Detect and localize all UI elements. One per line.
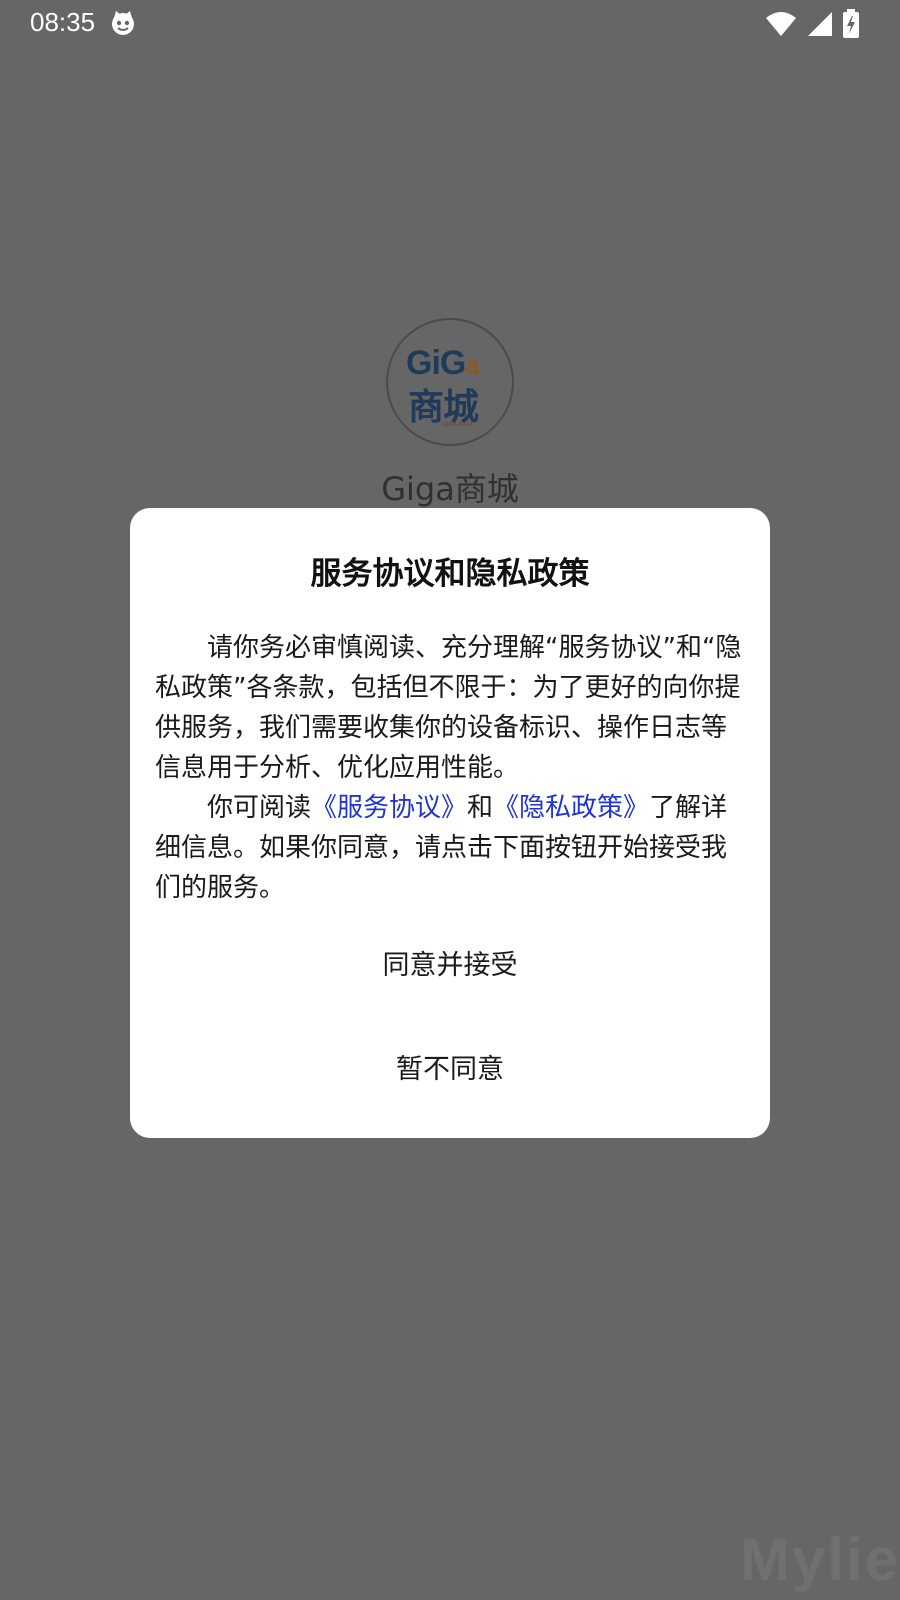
- splash-app-name: Giga商城: [381, 470, 519, 508]
- agree-button[interactable]: 同意并接受: [130, 926, 770, 1006]
- dialog-title: 服务协议和隐私政策: [310, 556, 590, 592]
- service-agreement-link[interactable]: 《服务协议》: [311, 793, 467, 823]
- status-time: 08:35: [30, 7, 96, 37]
- status-icons: [766, 8, 860, 40]
- cell-signal-icon: [806, 11, 832, 37]
- dialog-paragraph-1: 请你务必审慎阅读、充分理解“服务协议”和“隐私政策”各条款，包括但不限于：为了更…: [155, 633, 742, 783]
- app-logo: GiGa 商城 GIGA MALL: [386, 318, 514, 446]
- wifi-icon: [766, 11, 796, 37]
- privacy-policy-link[interactable]: 《隐私政策》: [493, 793, 649, 823]
- dialog-paragraph-2: 你可阅读《服务协议》和《隐私政策》了解详细信息。如果你同意，请点击下面按钮开始接…: [155, 788, 747, 908]
- dialog-body: 请你务必审慎阅读、充分理解“服务协议”和“隐私政策”各条款，包括但不限于：为了更…: [155, 628, 747, 908]
- battery-charging-icon: [842, 9, 860, 39]
- decline-button[interactable]: 暂不同意: [130, 1030, 770, 1110]
- paragraph-2-text-a: 你可阅读: [207, 793, 312, 823]
- paragraph-2-text-b: 和: [467, 793, 494, 823]
- privacy-dialog: 服务协议和隐私政策 请你务必审慎阅读、充分理解“服务协议”和“隐私政策”各条款，…: [130, 508, 770, 1138]
- cat-face-icon: [110, 10, 136, 36]
- watermark: Mylie: [739, 1526, 900, 1593]
- status-bar: 08:35: [0, 0, 900, 48]
- logo-small-text: GIGA MALL: [442, 422, 475, 428]
